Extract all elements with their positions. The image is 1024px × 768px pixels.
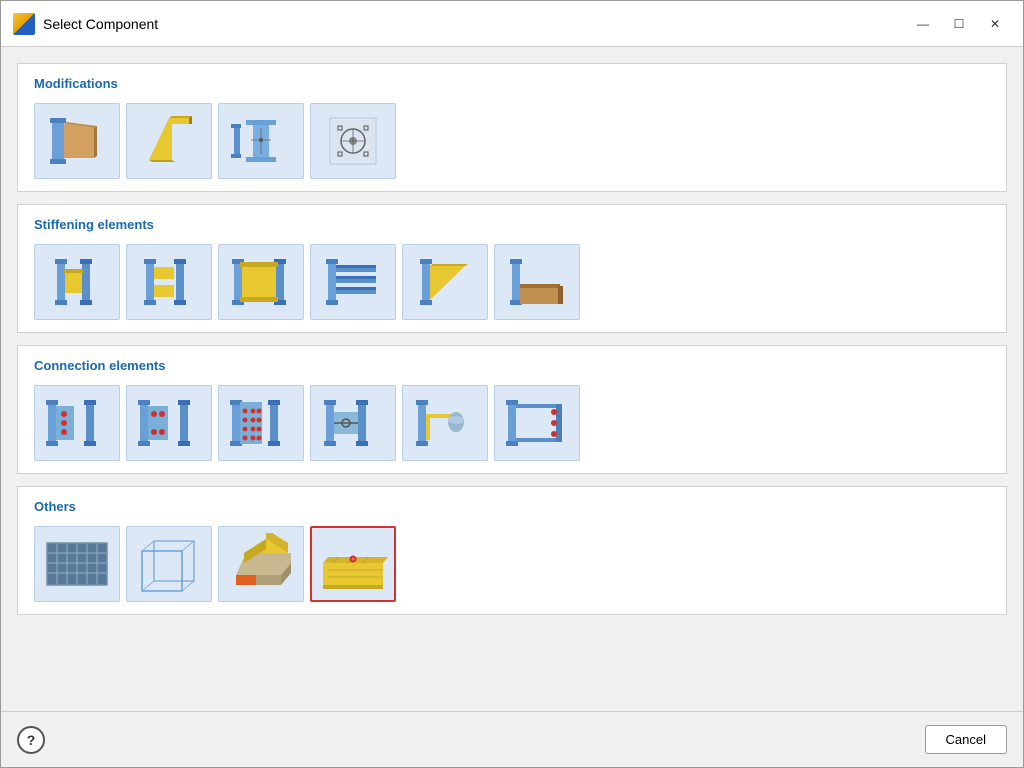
other-item-4[interactable]: Fasteners <box>310 526 396 602</box>
mod-item-3[interactable] <box>218 103 304 179</box>
stiff-item-4[interactable] <box>310 244 396 320</box>
other-item-3[interactable] <box>218 526 304 602</box>
conn-item-4[interactable] <box>310 385 396 461</box>
others-section: Others <box>17 486 1007 615</box>
conn-item-3[interactable] <box>218 385 304 461</box>
stiffening-section: Stiffening elements <box>17 204 1007 333</box>
title-bar: Select Component — ☐ ✕ <box>1 1 1023 47</box>
cancel-button[interactable]: Cancel <box>925 725 1007 754</box>
window-controls: — ☐ ✕ <box>907 12 1011 36</box>
mod-item-4[interactable] <box>310 103 396 179</box>
minimize-button[interactable]: — <box>907 12 939 36</box>
mod-item-2[interactable] <box>126 103 212 179</box>
app-icon <box>13 13 35 35</box>
window-title: Select Component <box>43 16 158 32</box>
conn-item-6[interactable] <box>494 385 580 461</box>
help-button[interactable]: ? <box>17 726 45 754</box>
modifications-items <box>34 103 990 179</box>
conn-item-5[interactable] <box>402 385 488 461</box>
close-button[interactable]: ✕ <box>979 12 1011 36</box>
connection-items <box>34 385 990 461</box>
select-component-window: Select Component — ☐ ✕ Modifications <box>0 0 1024 768</box>
others-title: Others <box>34 499 990 514</box>
connection-title: Connection elements <box>34 358 990 373</box>
stiff-item-3[interactable] <box>218 244 304 320</box>
other-item-1[interactable] <box>34 526 120 602</box>
footer: ? Cancel <box>1 711 1023 767</box>
modifications-title: Modifications <box>34 76 990 91</box>
other-item-2[interactable] <box>126 526 212 602</box>
conn-item-1[interactable] <box>34 385 120 461</box>
stiffening-title: Stiffening elements <box>34 217 990 232</box>
stiff-item-5[interactable] <box>402 244 488 320</box>
others-items: Fasteners <box>34 526 990 602</box>
mod-item-1[interactable] <box>34 103 120 179</box>
title-bar-left: Select Component <box>13 13 158 35</box>
stiff-item-1[interactable] <box>34 244 120 320</box>
connection-section: Connection elements <box>17 345 1007 474</box>
stiff-item-6[interactable] <box>494 244 580 320</box>
modifications-section: Modifications <box>17 63 1007 192</box>
content-area: Modifications <box>1 47 1023 711</box>
stiff-item-2[interactable] <box>126 244 212 320</box>
conn-item-2[interactable] <box>126 385 212 461</box>
maximize-button[interactable]: ☐ <box>943 12 975 36</box>
stiffening-items <box>34 244 990 320</box>
